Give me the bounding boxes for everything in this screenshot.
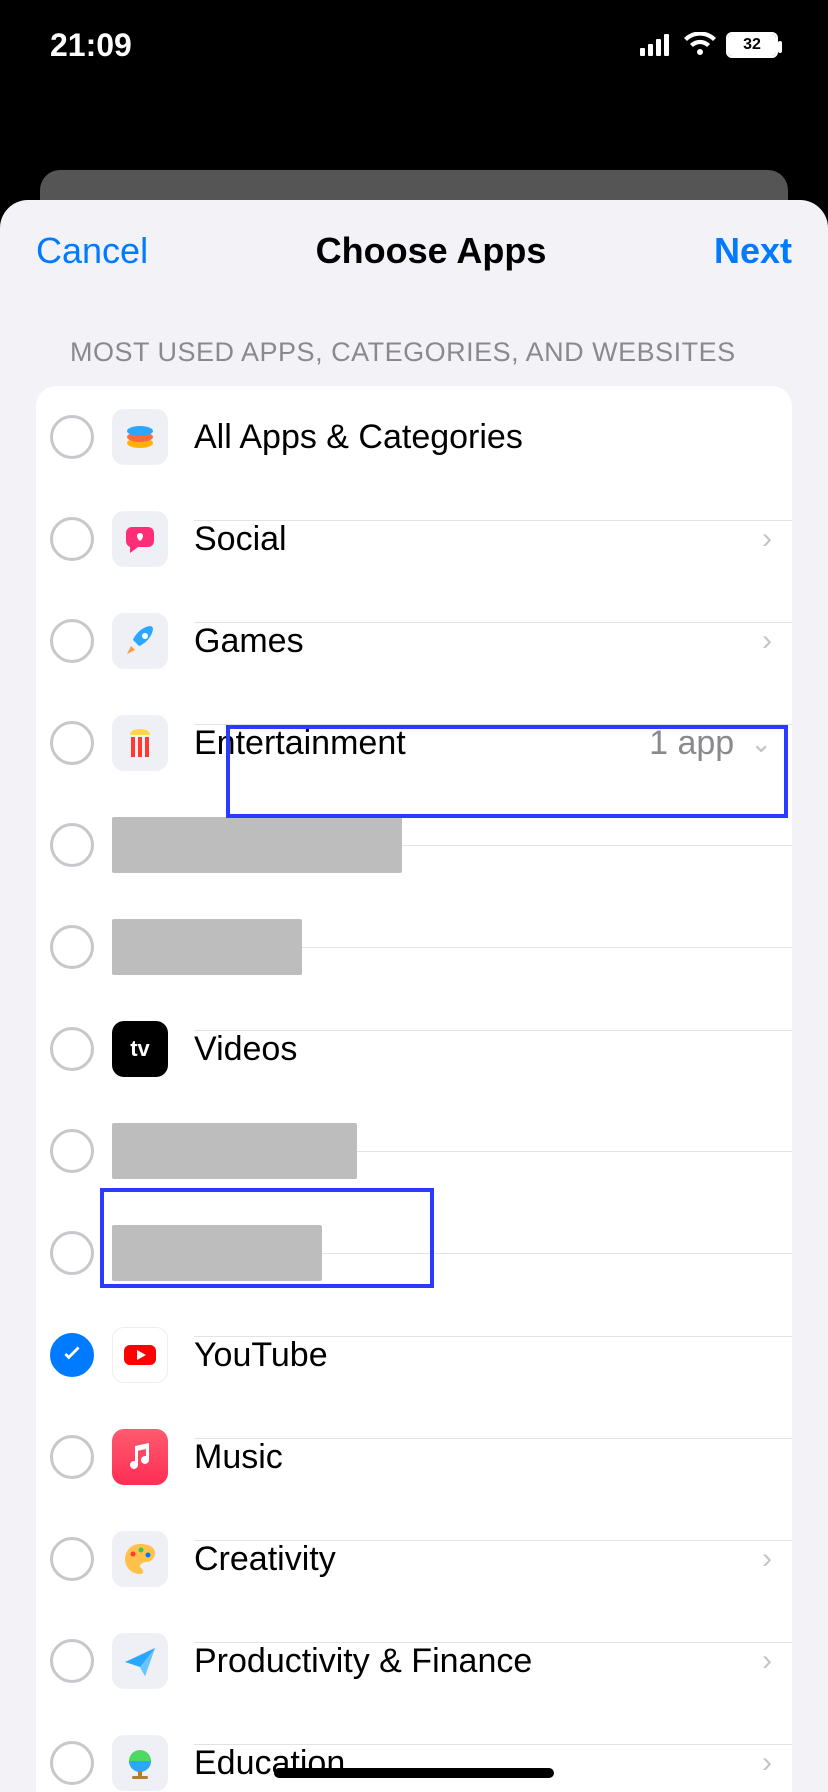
row-creativity[interactable]: Creativity › (36, 1508, 792, 1610)
home-indicator (274, 1768, 554, 1778)
redacted-content (112, 1225, 322, 1281)
row-redacted[interactable] (36, 1100, 792, 1202)
row-music[interactable]: Music (36, 1406, 792, 1508)
status-bar: 21:09 32 (0, 0, 828, 90)
row-education[interactable]: Education › (36, 1712, 792, 1792)
checkbox[interactable] (50, 1231, 94, 1275)
checkbox[interactable] (50, 823, 94, 867)
checkbox[interactable] (50, 619, 94, 663)
rocket-icon (112, 613, 168, 669)
row-label: Music (194, 1438, 283, 1477)
row-redacted[interactable] (36, 794, 792, 896)
wifi-icon (684, 27, 716, 64)
row-social[interactable]: Social › (36, 488, 792, 590)
stack-icon (112, 409, 168, 465)
row-label: Productivity & Finance (194, 1642, 532, 1681)
battery-icon: 32 (726, 32, 778, 58)
page-title: Choose Apps (316, 230, 547, 272)
checkbox[interactable] (50, 721, 94, 765)
checkbox[interactable] (50, 415, 94, 459)
chevron-right-icon: › (762, 624, 772, 658)
checkbox[interactable] (50, 925, 94, 969)
apps-list: All Apps & Categories Social › Games › (36, 386, 792, 1792)
row-subtitle: 1 app (649, 724, 734, 763)
checkbox[interactable] (50, 1027, 94, 1071)
row-label: Creativity (194, 1540, 336, 1579)
redacted-content (112, 817, 402, 873)
chevron-right-icon: › (762, 1542, 772, 1576)
row-redacted[interactable] (36, 1202, 792, 1304)
section-header: MOST USED APPS, CATEGORIES, AND WEBSITES (0, 312, 828, 386)
cancel-button[interactable]: Cancel (36, 230, 148, 272)
row-label: Social (194, 520, 287, 559)
row-redacted[interactable] (36, 896, 792, 998)
nav-bar: Cancel Choose Apps Next (0, 200, 828, 312)
popcorn-icon (112, 715, 168, 771)
youtube-icon (112, 1327, 168, 1383)
row-entertainment[interactable]: Entertainment 1 app ⌄ (36, 692, 792, 794)
checkbox[interactable] (50, 1129, 94, 1173)
row-games[interactable]: Games › (36, 590, 792, 692)
chevron-down-icon: ⌄ (750, 728, 772, 759)
row-label: Games (194, 622, 304, 661)
row-label: Videos (194, 1030, 297, 1069)
chevron-right-icon: › (762, 522, 772, 556)
checkbox[interactable] (50, 517, 94, 561)
modal-sheet: Cancel Choose Apps Next MOST USED APPS, … (0, 200, 828, 1792)
status-indicators: 32 (640, 27, 778, 64)
status-time: 21:09 (50, 27, 132, 64)
paper-plane-icon (112, 1633, 168, 1689)
row-label: YouTube (194, 1336, 328, 1375)
globe-icon (112, 1735, 168, 1791)
chevron-right-icon: › (762, 1644, 772, 1678)
checkbox[interactable] (50, 1435, 94, 1479)
apple-tv-icon: tv (112, 1021, 168, 1077)
checkbox[interactable] (50, 1639, 94, 1683)
row-productivity[interactable]: Productivity & Finance › (36, 1610, 792, 1712)
music-icon (112, 1429, 168, 1485)
chevron-right-icon: › (762, 1746, 772, 1780)
row-label: Entertainment (194, 724, 406, 763)
checkbox[interactable] (50, 1741, 94, 1785)
cellular-icon (640, 27, 674, 64)
redacted-content (112, 1123, 357, 1179)
redacted-content (112, 919, 302, 975)
row-youtube[interactable]: YouTube (36, 1304, 792, 1406)
checkbox-checked[interactable] (50, 1333, 94, 1377)
row-label: All Apps & Categories (194, 418, 523, 457)
chat-heart-icon (112, 511, 168, 567)
row-videos[interactable]: tv Videos (36, 998, 792, 1100)
next-button[interactable]: Next (714, 230, 792, 272)
palette-icon (112, 1531, 168, 1587)
row-all-apps[interactable]: All Apps & Categories (36, 386, 792, 488)
checkbox[interactable] (50, 1537, 94, 1581)
